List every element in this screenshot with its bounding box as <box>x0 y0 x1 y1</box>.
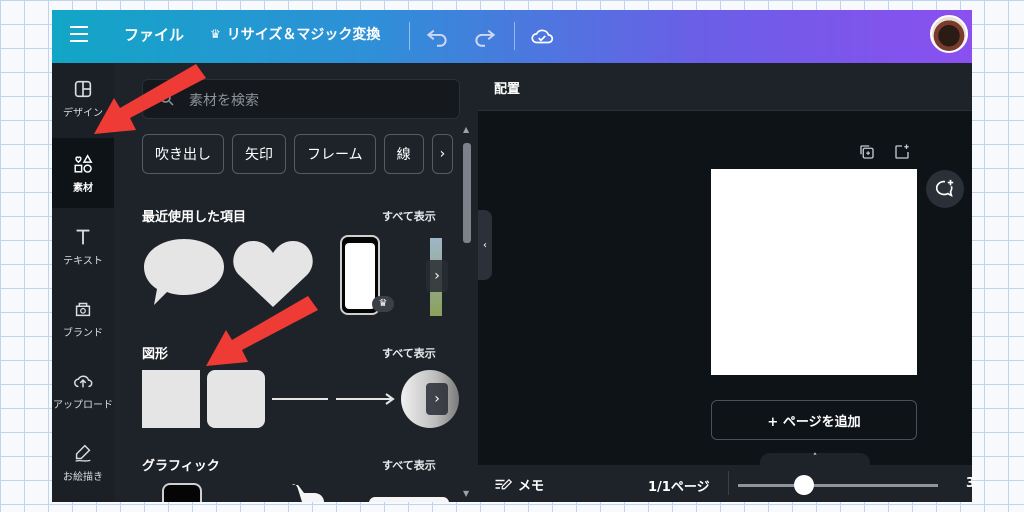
graphic-hand[interactable] <box>284 483 334 502</box>
chip-line[interactable]: 線 <box>383 134 424 174</box>
chip-frame[interactable]: フレーム <box>294 134 376 174</box>
rail-item-brand[interactable]: ブランド <box>52 283 114 353</box>
zoom-value[interactable]: 3 <box>966 476 972 491</box>
panel-scrollbar-thumb[interactable] <box>463 143 471 243</box>
annotation-arrow-icon <box>94 64 206 134</box>
menu-icon[interactable] <box>70 26 88 42</box>
user-avatar[interactable] <box>930 15 968 53</box>
undo-icon[interactable] <box>424 23 450 49</box>
text-icon <box>76 229 90 244</box>
arrow-line-shape[interactable] <box>336 391 398 407</box>
notes-label: メモ <box>518 479 545 494</box>
divider <box>728 471 729 495</box>
add-comment-button[interactable] <box>926 170 964 208</box>
chevron-up-icon: ˄ <box>812 453 818 463</box>
square-shape[interactable] <box>142 370 200 428</box>
scroll-down-icon[interactable]: ▼ <box>463 489 469 498</box>
rail-item-upload[interactable]: アップロード <box>52 355 114 425</box>
section-title-shapes: 図形 <box>142 347 169 362</box>
collapse-panel-button[interactable]: ‹ <box>478 210 492 280</box>
redo-icon[interactable] <box>472 23 498 49</box>
draw-icon <box>75 444 91 462</box>
page-count[interactable]: 1/1ページ <box>648 476 710 495</box>
graphic-card[interactable] <box>369 497 449 502</box>
rail-label: ブランド <box>63 327 103 339</box>
see-all-shapes[interactable]: すべて表示 <box>382 345 436 361</box>
design-page[interactable] <box>711 169 917 375</box>
cloud-saved-icon[interactable] <box>529 23 555 49</box>
scroll-up-icon[interactable]: ▲ <box>463 125 469 134</box>
chevron-right-icon: › <box>434 391 440 407</box>
divider <box>514 22 515 50</box>
graphic-phone[interactable] <box>162 483 202 502</box>
see-all-recent[interactable]: すべて表示 <box>382 208 436 224</box>
rounded-square-shape[interactable] <box>207 370 265 428</box>
recent-next-button[interactable]: › <box>426 260 448 292</box>
rail-item-draw[interactable]: お絵描き <box>52 427 114 497</box>
divider <box>409 22 410 50</box>
notes-button[interactable]: メモ <box>494 475 544 494</box>
position-label[interactable]: 配置 <box>494 78 520 97</box>
zoom-slider-track[interactable] <box>738 484 938 487</box>
add-page-button[interactable]: + ページを追加 <box>711 400 917 440</box>
zoom-slider-thumb[interactable] <box>794 475 814 495</box>
comment-add-icon <box>935 179 954 197</box>
rail-label: テキスト <box>63 255 103 267</box>
brand-icon <box>75 302 91 316</box>
rail-label: お絵描き <box>63 471 103 483</box>
crown-icon: ♛ <box>372 296 394 312</box>
duplicate-page-icon[interactable] <box>858 143 876 161</box>
section-title-recent: 最近使用した項目 <box>142 210 247 225</box>
top-bar: ファイル ♛ リサイズ＆マジック変換 <box>52 10 972 63</box>
chevron-right-icon: › <box>434 268 440 284</box>
bottom-bar: メモ 1/1ページ 3 <box>478 465 972 502</box>
chip-arrow[interactable]: 矢印 <box>232 134 286 174</box>
rail-item-elements[interactable]: 素材 <box>52 138 114 208</box>
resize-label: リサイズ＆マジック変換 <box>226 27 381 43</box>
chips-next-button[interactable]: › <box>431 134 454 174</box>
rail-item-text[interactable]: テキスト <box>52 211 114 281</box>
chevron-left-icon: ‹ <box>483 239 487 251</box>
chevron-right-icon: › <box>439 146 446 162</box>
rail-label: アップロード <box>53 399 113 411</box>
crown-icon: ♛ <box>210 27 221 41</box>
shapes-next-button[interactable]: › <box>426 383 448 415</box>
canvas-header: 配置 <box>478 63 972 111</box>
notes-icon <box>495 478 512 489</box>
chip-speech-bubble[interactable]: 吹き出し <box>142 134 224 174</box>
resize-magic-button[interactable]: ♛ リサイズ＆マジック変換 <box>210 24 380 44</box>
section-title-graphics: グラフィック <box>142 459 220 474</box>
add-page-icon[interactable] <box>893 143 911 161</box>
see-all-graphics[interactable]: すべて表示 <box>382 457 436 473</box>
rail-label: 素材 <box>73 182 93 194</box>
shapes-icon <box>74 153 93 173</box>
annotation-arrow-icon <box>206 296 318 366</box>
line-shape[interactable] <box>272 398 328 400</box>
category-chips: 吹き出し 矢印 フレーム 線 › <box>142 134 454 174</box>
upload-cloud-icon <box>74 375 93 387</box>
file-menu-button[interactable]: ファイル <box>124 24 184 45</box>
